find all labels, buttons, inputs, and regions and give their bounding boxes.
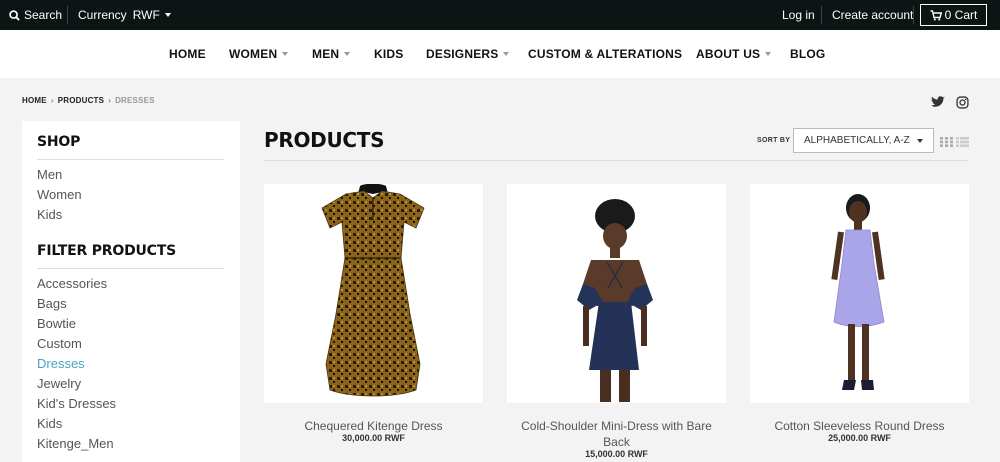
main-navigation: HOME WOMEN MEN KIDS DESIGNERS CUSTOM & A… <box>0 30 1000 78</box>
product-name[interactable]: Chequered Kitenge Dress <box>264 418 483 434</box>
product-name[interactable]: Cold-Shoulder Mini-Dress with Bare Back <box>507 418 726 450</box>
filter-item-kitenge-men[interactable]: Kitenge_Men <box>37 436 114 451</box>
filter-item-kids[interactable]: Kids <box>37 416 62 431</box>
product-photo-sleeveless-dress <box>831 194 885 390</box>
nav-item-about-us[interactable]: ABOUT US <box>696 30 772 78</box>
cart-label: 0 Cart <box>944 8 978 22</box>
chevron-down-icon <box>164 13 171 17</box>
sidebar: SHOP Men Women Kids FILTER PRODUCTS Acce… <box>22 121 240 462</box>
chevron-down-icon <box>282 52 289 56</box>
nav-item-home[interactable]: HOME <box>169 30 206 78</box>
product-price: 15,000.00 RWF <box>585 449 648 459</box>
chevron-down-icon <box>503 52 510 56</box>
divider <box>67 6 68 24</box>
cart-button[interactable]: 0 Cart <box>920 4 987 26</box>
nav-label: BLOG <box>790 47 826 61</box>
breadcrumb-current: DRESSES <box>115 96 155 105</box>
instagram-icon[interactable] <box>956 96 969 109</box>
nav-label: DESIGNERS <box>426 47 499 61</box>
product-price: 25,000.00 RWF <box>828 433 891 443</box>
shop-heading: SHOP <box>37 134 81 150</box>
filter-item-dresses[interactable]: Dresses <box>37 356 85 371</box>
nav-label: WOMEN <box>229 47 278 61</box>
nav-item-women[interactable]: WOMEN <box>229 30 289 78</box>
product-photo-cold-shoulder-dress <box>577 199 653 402</box>
nav-item-kids[interactable]: KIDS <box>374 30 403 78</box>
filter-item-accessories[interactable]: Accessories <box>37 276 107 291</box>
breadcrumb-products[interactable]: PRODUCTS <box>58 96 105 105</box>
filter-item-bags[interactable]: Bags <box>37 296 67 311</box>
sidebar-item-kids[interactable]: Kids <box>37 207 62 222</box>
chevron-down-icon <box>917 139 923 143</box>
page-title: PRODUCTS <box>264 128 385 152</box>
filter-item-jewelry[interactable]: Jewelry <box>37 376 81 391</box>
create-account-link[interactable]: Create account <box>832 0 913 30</box>
nav-label: CUSTOM & ALTERATIONS <box>528 47 683 61</box>
divider <box>913 6 914 24</box>
divider <box>821 6 822 24</box>
grid-view-icon[interactable] <box>940 137 953 147</box>
breadcrumb-separator: › <box>50 96 54 105</box>
login-link[interactable]: Log in <box>782 0 815 30</box>
product-image[interactable] <box>507 184 726 403</box>
sidebar-item-men[interactable]: Men <box>37 167 62 182</box>
filter-item-kids-dresses[interactable]: Kid's Dresses <box>37 396 116 411</box>
nav-label: ABOUT US <box>696 47 761 61</box>
product-photo-kitenge-dress <box>321 183 425 397</box>
filter-item-custom[interactable]: Custom <box>37 336 82 351</box>
nav-item-men[interactable]: MEN <box>312 30 351 78</box>
chevron-down-icon <box>344 52 351 56</box>
divider <box>37 268 224 269</box>
search-label: Search <box>24 8 63 22</box>
nav-item-custom-alterations[interactable]: CUSTOM & ALTERATIONS <box>528 30 682 78</box>
search-icon <box>9 10 20 21</box>
filter-heading: FILTER PRODUCTS <box>37 243 176 259</box>
currency-label: Currency <box>78 8 127 22</box>
divider <box>37 159 224 160</box>
cart-icon <box>930 10 942 21</box>
sidebar-item-women[interactable]: Women <box>37 187 82 202</box>
breadcrumb-separator: › <box>108 96 112 105</box>
nav-label: KIDS <box>374 47 404 61</box>
product-image[interactable] <box>264 183 483 403</box>
twitter-icon[interactable] <box>931 96 945 108</box>
nav-item-blog[interactable]: BLOG <box>790 30 825 78</box>
product-name[interactable]: Cotton Sleeveless Round Dress <box>750 418 969 434</box>
product-image[interactable] <box>750 184 969 403</box>
sort-value: ALPHABETICALLY, A-Z <box>804 135 910 146</box>
search-link[interactable]: Search <box>9 0 62 30</box>
nav-item-designers[interactable]: DESIGNERS <box>426 30 510 78</box>
nav-label: MEN <box>312 47 340 61</box>
sort-label: SORT BY <box>757 137 791 144</box>
currency-value: RWF <box>132 8 160 22</box>
divider <box>264 160 969 161</box>
chevron-down-icon <box>765 52 772 56</box>
product-price: 30,000.00 RWF <box>342 433 405 443</box>
breadcrumb: HOME › PRODUCTS › DRESSES <box>22 96 155 105</box>
currency-selector[interactable]: Currency RWF <box>78 0 171 30</box>
filter-item-bowtie[interactable]: Bowtie <box>37 316 76 331</box>
list-view-icon[interactable] <box>956 137 969 147</box>
breadcrumb-home[interactable]: HOME <box>22 96 47 105</box>
sort-select[interactable]: ALPHABETICALLY, A-Z <box>793 128 934 153</box>
utility-bar: Search Currency RWF Log in Create account… <box>0 0 1000 30</box>
nav-label: HOME <box>169 47 206 61</box>
